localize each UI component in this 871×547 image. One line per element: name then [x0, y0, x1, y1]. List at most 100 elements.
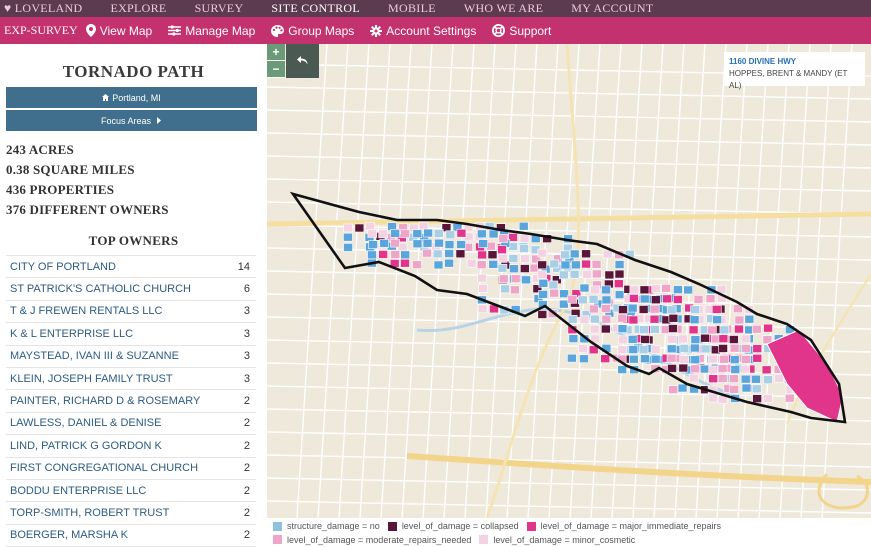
parcel — [677, 383, 688, 393]
parcel — [628, 345, 639, 354]
parcel — [690, 364, 700, 374]
parcel — [666, 353, 677, 363]
parcel — [640, 335, 651, 344]
owner-row[interactable]: BOERGER, MARSHA K 2 — [6, 525, 256, 547]
zoom-out-button[interactable]: − — [267, 61, 285, 78]
nav-survey[interactable]: SURVEY — [195, 1, 244, 16]
parcel — [477, 229, 487, 239]
parcel — [509, 264, 519, 274]
parcel — [700, 364, 710, 374]
parcel — [639, 285, 650, 295]
account-settings-link[interactable]: Account Settings — [370, 24, 476, 38]
support-link[interactable]: Support — [492, 24, 551, 38]
parcel-address[interactable]: 1160 DIVINE HWY — [729, 56, 860, 68]
parcel — [673, 285, 683, 294]
parcel — [601, 285, 611, 295]
palette-icon — [271, 24, 285, 37]
owner-row[interactable]: PAINTER, RICHARD D & ROSEMARY 2 — [6, 390, 256, 413]
parcel — [560, 250, 570, 260]
parcel — [445, 230, 456, 240]
parcel — [667, 364, 677, 373]
owner-row[interactable]: KLEIN, JOSEPH FAMILY TRUST 3 — [6, 368, 256, 391]
parcel — [741, 355, 751, 364]
owner-name[interactable]: KLEIN, JOSEPH FAMILY TRUST — [10, 373, 173, 385]
parcel — [581, 249, 591, 259]
parcel — [498, 274, 509, 284]
nav-mobile[interactable]: MOBILE — [388, 1, 436, 16]
owner-count: 3 — [243, 305, 250, 318]
lifebuoy-icon — [492, 24, 506, 37]
parcel — [752, 344, 763, 353]
owner-name[interactable]: BODDU ENTERPRISE LLC — [10, 485, 146, 497]
owner-name[interactable]: FIRST CONGREGATIONAL CHURCH — [10, 462, 198, 474]
parcel — [444, 258, 454, 268]
parcel — [617, 365, 627, 374]
location-button[interactable]: Portland, MI — [6, 87, 257, 108]
parcel — [618, 335, 628, 345]
group-maps-link[interactable]: Group Maps — [271, 24, 354, 38]
manage-map-link[interactable]: Manage Map — [168, 24, 255, 38]
nav-explore[interactable]: EXPLORE — [110, 1, 166, 16]
sub-nav-title[interactable]: EXP-SURVEY — [0, 23, 86, 38]
owner-row[interactable]: LAWLESS, DANIEL & DENISE 2 — [6, 413, 256, 436]
map-canvas[interactable] — [267, 44, 871, 518]
parcel — [650, 325, 660, 334]
parcel — [649, 304, 660, 314]
parcel — [559, 299, 569, 309]
owner-row[interactable]: FIRST CONGREGATIONAL CHURCH 2 — [6, 458, 256, 480]
owner-name[interactable]: CITY OF PORTLAND — [10, 261, 116, 273]
parcel — [668, 385, 679, 394]
parcel — [578, 344, 588, 353]
parcel — [602, 249, 613, 259]
legend-swatch — [273, 521, 282, 531]
parcel — [617, 345, 628, 355]
owner-name[interactable]: ST PATRICK'S CATHOLIC CHURCH — [10, 283, 191, 295]
legend-item: level_of_damage = collapsed — [387, 520, 519, 532]
back-button[interactable] — [286, 44, 319, 78]
parcel — [683, 285, 693, 295]
owner-row[interactable]: CITY OF PORTLAND 14 — [6, 256, 256, 279]
owner-name[interactable]: PAINTER, RICHARD D & ROSEMARY — [10, 395, 200, 407]
parcel — [508, 254, 519, 263]
legend-item: level_of_damage = major_immediate_repair… — [526, 520, 721, 532]
parcel — [729, 355, 740, 364]
caret-right-icon — [157, 117, 162, 124]
owner-name[interactable]: TORP-SMITH, ROBERT TRUST — [10, 507, 169, 519]
parcel — [604, 270, 615, 280]
owner-name[interactable]: K & L ENTERPRISE LLC — [10, 328, 133, 340]
owner-row[interactable]: BODDU ENTERPRISE LLC 2 — [6, 480, 256, 503]
owner-row[interactable]: TORP-SMITH, ROBERT TRUST 2 — [6, 502, 256, 525]
owner-name[interactable]: BOERGER, MARSHA K — [10, 529, 128, 541]
parcel — [693, 295, 704, 304]
legend-swatch — [479, 535, 489, 544]
parcel-owner: HOPPES, BRENT & MANDY (ET AL) — [729, 69, 848, 90]
parcel — [466, 258, 477, 268]
nav-loveland[interactable]: ♥ LOVELAND — [4, 1, 82, 16]
owner-row[interactable]: LIND, PATRICK G GORDON K 2 — [6, 435, 256, 458]
owner-row[interactable]: T & J FREWEN RENTALS LLC 3 — [6, 301, 256, 324]
parcel — [477, 250, 487, 260]
parcel — [661, 284, 671, 293]
parcel — [477, 304, 488, 314]
owner-name[interactable]: T & J FREWEN RENTALS LLC — [10, 305, 162, 317]
owner-row[interactable]: MAYSTEAD, IVAN III & SUZANNE 3 — [6, 346, 256, 368]
parcel — [744, 314, 755, 324]
gear-icon — [370, 24, 383, 37]
legend-item: level_of_damage = moderate_repairs_neede… — [273, 534, 471, 546]
zoom-in-button[interactable]: + — [267, 44, 285, 61]
owner-name[interactable]: LAWLESS, DANIEL & DENISE — [10, 417, 161, 429]
legend-label: structure_damage = no — [287, 521, 380, 531]
nav-who-we-are[interactable]: WHO WE ARE — [464, 1, 543, 16]
parcel — [707, 325, 717, 335]
owner-name[interactable]: LIND, PATRICK G GORDON K — [10, 440, 162, 452]
owner-name[interactable]: MAYSTEAD, IVAN III & SUZANNE — [10, 350, 179, 362]
nav-site-control[interactable]: SITE CONTROL — [271, 1, 360, 16]
nav-my-account[interactable]: MY ACCOUNT — [571, 1, 653, 16]
owner-row[interactable]: ST PATRICK'S CATHOLIC CHURCH 6 — [6, 278, 256, 301]
view-map-link[interactable]: View Map — [85, 24, 152, 38]
parcel — [568, 334, 579, 343]
map[interactable]: + − 1160 DIVINE HWY HOPPES, BRENT & MAND… — [267, 44, 871, 518]
owner-row[interactable]: K & L ENTERPRISE LLC 3 — [6, 323, 256, 346]
focus-areas-button[interactable]: Focus Areas — [6, 110, 257, 131]
legend-swatch — [273, 535, 282, 544]
